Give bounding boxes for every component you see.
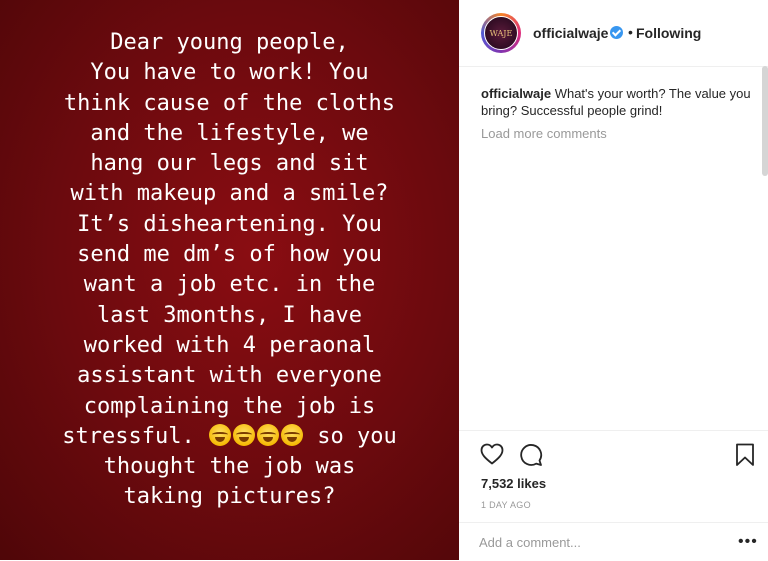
post-text-line-emoji: stressful. so you: [0, 422, 459, 452]
username-link[interactable]: officialwaje: [533, 25, 608, 41]
scrollbar[interactable]: [762, 66, 768, 176]
post-text-fragment: stressful.: [62, 423, 195, 449]
post-text-line: hang our legs and sit: [90, 151, 369, 177]
comment-bar: •••: [459, 522, 768, 561]
post-text-line: and the lifestyle, we: [90, 120, 369, 146]
post-text-line: It’s disheartening. You: [77, 211, 382, 237]
separator-dot: •: [628, 24, 633, 40]
post-text-line: You have to work! You: [90, 60, 369, 86]
comment-icon[interactable]: [519, 443, 543, 472]
caption-username-link[interactable]: officialwaje: [481, 86, 551, 101]
post-text-line: with makeup and a smile?: [70, 181, 389, 207]
post-side-panel: WAJE officialwaje • Following officialwa…: [459, 0, 768, 560]
post-image[interactable]: Dear young people, You have to work! You…: [0, 0, 459, 560]
caption: officialwaje What's your worth? The valu…: [481, 85, 751, 119]
laughing-emoji-icon: [280, 423, 303, 446]
post-text-line: worked with 4 peraonal: [83, 332, 376, 358]
laughing-emoji-icon: [208, 423, 231, 446]
likes-count[interactable]: 7,532 likes: [481, 476, 546, 491]
post-text-line: taking pictures?: [123, 484, 336, 510]
comment-input[interactable]: [479, 531, 719, 553]
laughing-emoji-icon: [256, 423, 279, 446]
heart-icon[interactable]: [480, 443, 504, 470]
post-timestamp[interactable]: 1 DAY AGO: [481, 500, 531, 510]
more-options-icon[interactable]: •••: [738, 533, 758, 551]
post-text-line: last 3months, I have: [97, 302, 362, 328]
post-text-line: assistant with everyone: [77, 363, 382, 389]
post-text-line: Dear young people,: [110, 30, 349, 55]
post-text-line: send me dm’s of how you: [77, 242, 382, 268]
avatar[interactable]: WAJE: [484, 16, 518, 50]
bookmark-icon[interactable]: [735, 443, 755, 472]
post-text-line: think cause of the cloths: [63, 90, 396, 116]
verified-badge-icon: [610, 26, 623, 39]
post-header: WAJE officialwaje • Following: [459, 0, 768, 67]
post-text-line: complaining the job is: [83, 393, 376, 419]
action-bar: [459, 430, 768, 471]
laughing-emoji-icon: [232, 423, 255, 446]
following-button[interactable]: Following: [636, 25, 701, 41]
avatar-story-ring[interactable]: WAJE: [481, 13, 521, 53]
load-more-comments-link[interactable]: Load more comments: [481, 126, 607, 141]
post-text-line: want a job etc. in the: [83, 272, 376, 298]
post-text-fragment: so you: [317, 423, 397, 449]
post-text: Dear young people, You have to work! You…: [0, 28, 459, 513]
post-text-line: thought the job was: [103, 454, 356, 480]
